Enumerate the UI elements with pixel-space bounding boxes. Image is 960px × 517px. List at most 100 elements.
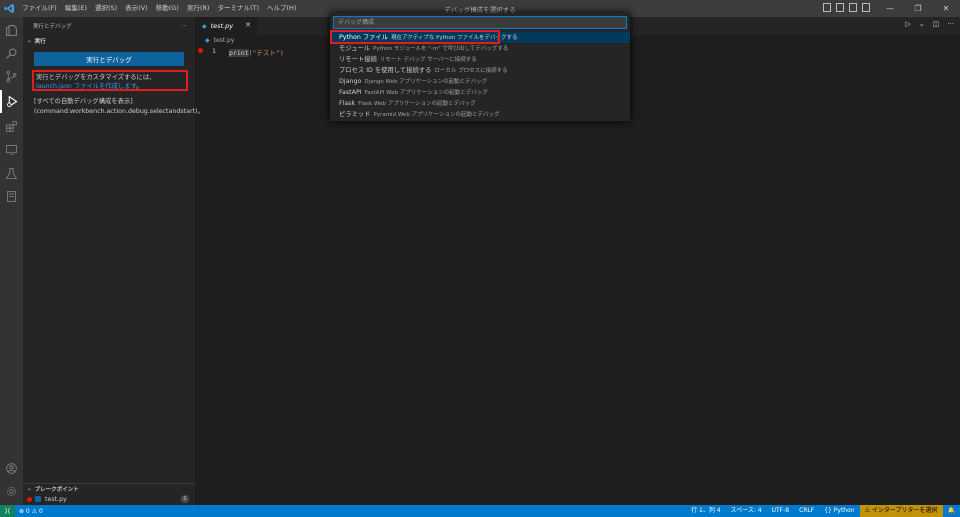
menu-bar: ファイル(F) 編集(E) 選択(S) 表示(V) 移動(G) 実行(R) ター… xyxy=(18,0,300,17)
chevron-down-icon: ⌄ xyxy=(27,486,32,492)
item-desc: Python モジュールを "-m" で呼び出してデバッグする xyxy=(373,46,509,52)
run-options-chevron-icon[interactable]: ⌄ xyxy=(919,20,925,28)
menu-edit[interactable]: 編集(E) xyxy=(61,0,91,17)
menu-terminal[interactable]: ターミナル(T) xyxy=(213,0,263,17)
split-editor-icon[interactable]: ◫ xyxy=(933,20,940,28)
end-of-line[interactable]: CRLF xyxy=(794,505,819,517)
cursor-position[interactable]: 行 1、列 4 xyxy=(686,505,725,517)
tab-test-py[interactable]: ◆ test.py ✕ xyxy=(195,17,257,35)
quick-pick-item-fastapi[interactable]: FastAPI FastAPI Web アプリケーションの起動とデバッグ xyxy=(330,87,630,98)
toggle-panel-icon[interactable] xyxy=(836,3,844,12)
more-actions-icon[interactable]: ··· xyxy=(947,20,954,28)
layout-controls xyxy=(823,3,870,12)
quick-pick-item-flask[interactable]: Flask Flask Web アプリケーションの起動とデバッグ xyxy=(330,98,630,109)
status-right: 行 1、列 4 スペース: 4 UTF-8 CRLF {} Python ⚠ イ… xyxy=(686,505,960,517)
item-desc: リモート デバッグ サーバーに接続する xyxy=(379,57,477,63)
sidebar-title: 実行とデバッグ xyxy=(33,24,72,30)
breakpoint-file: test.py xyxy=(45,495,67,503)
create-launch-json-link[interactable]: launch.json ファイルを作成します xyxy=(36,83,136,90)
item-desc: Django Web アプリケーションの起動とデバッグ xyxy=(364,79,488,85)
customize-layout-icon[interactable] xyxy=(862,3,870,12)
quick-pick-input[interactable]: デバッグ構成 xyxy=(333,16,627,29)
quick-pick-item-module[interactable]: モジュール Python モジュールを "-m" で呼び出してデバッグする xyxy=(330,43,630,54)
breakpoint-dot-icon xyxy=(27,496,32,502)
editor-actions: ▷ ⌄ ◫ ··· xyxy=(905,20,954,28)
close-icon[interactable]: ✕ xyxy=(932,0,960,17)
search-icon[interactable] xyxy=(0,42,23,65)
encoding[interactable]: UTF-8 xyxy=(767,505,795,517)
menu-help[interactable]: ヘルプ(H) xyxy=(263,0,300,17)
menu-go[interactable]: 移動(G) xyxy=(152,0,183,17)
breakpoint-checkbox[interactable] xyxy=(35,496,41,502)
item-label: リモート接続 xyxy=(339,56,377,63)
run-python-file-icon[interactable]: ▷ xyxy=(905,20,910,28)
breakpoints-title: ブレークポイント xyxy=(34,487,79,493)
hint-text-end: 。 xyxy=(136,83,143,90)
item-desc: Pyramid Web アプリケーションの起動とデバッグ xyxy=(373,112,500,118)
breadcrumb[interactable]: ◆ test.py xyxy=(205,37,234,44)
explorer-icon[interactable] xyxy=(0,19,23,42)
python-file-highlight-box xyxy=(330,30,500,44)
run-and-debug-sidebar: 実行とデバッグ ··· ⌄ 実行 実行とデバッグ 実行とデバッグをカスタマイズす… xyxy=(23,17,204,505)
item-label: FastAPI xyxy=(339,89,362,96)
tab-label: test.py xyxy=(210,22,234,30)
quick-pick-item-pyramid[interactable]: ピラミッド Pyramid Web アプリケーションの起動とデバッグ xyxy=(330,109,630,120)
item-desc: FastAPI Web アプリケーションの起動とデバッグ xyxy=(364,90,488,96)
sidebar-header: 実行とデバッグ ··· xyxy=(23,17,195,35)
python-file-icon: ◆ xyxy=(202,22,207,30)
breadcrumb-file: test.py xyxy=(213,37,235,44)
quick-pick-item-attach-process[interactable]: プロセス ID を使用して接続する ローカル プロセスに接続する xyxy=(330,65,630,76)
manage-gear-icon[interactable] xyxy=(0,480,23,503)
chevron-down-icon: ⌄ xyxy=(27,38,32,44)
quick-pick-item-remote-attach[interactable]: リモート接続 リモート デバッグ サーバーに接続する xyxy=(330,54,630,65)
breakpoint-gutter-icon[interactable] xyxy=(198,48,203,53)
line-number: 1 xyxy=(212,47,216,55)
python-file-icon: ◆ xyxy=(205,37,210,44)
source-control-icon[interactable] xyxy=(0,65,23,88)
jupyter-icon[interactable] xyxy=(0,185,23,208)
status-bar: ⟩⟨ ⊗ 0 ⚠ 0 行 1、列 4 スペース: 4 UTF-8 CRLF {}… xyxy=(0,505,960,517)
toggle-secondary-sidebar-icon[interactable] xyxy=(849,3,857,12)
close-tab-icon[interactable]: ✕ xyxy=(245,21,251,29)
menu-file[interactable]: ファイル(F) xyxy=(18,0,61,17)
breakpoints-section-header[interactable]: ⌄ ブレークポイント xyxy=(23,483,195,494)
launch-json-hint: 実行とデバッグをカスタマイズするには、 launch.json ファイルを作成しま… xyxy=(32,70,188,91)
testing-icon[interactable] xyxy=(0,162,23,185)
code-string: ("テスト") xyxy=(248,49,284,57)
window-controls: — ❐ ✕ xyxy=(876,0,960,17)
account-icon[interactable] xyxy=(0,457,23,480)
run-section-title: 実行 xyxy=(34,39,46,45)
more-actions-icon[interactable]: ··· xyxy=(182,23,187,29)
remote-explorer-icon[interactable] xyxy=(0,138,23,161)
activity-bar xyxy=(0,17,23,505)
restore-icon[interactable]: ❐ xyxy=(904,0,932,17)
code-function: print xyxy=(229,49,249,57)
language-mode[interactable]: {} Python xyxy=(819,505,859,517)
item-label: プロセス ID を使用して接続する xyxy=(339,67,432,74)
menu-run[interactable]: 実行(R) xyxy=(183,0,214,17)
item-desc: ローカル プロセスに接続する xyxy=(434,68,508,74)
breakpoint-count-badge: 1 xyxy=(181,495,189,503)
quick-pick-item-django[interactable]: Django Django Web アプリケーションの起動とデバッグ xyxy=(330,76,630,87)
status-left: ⊗ 0 ⚠ 0 xyxy=(15,508,43,515)
remote-indicator-icon[interactable]: ⟩⟨ xyxy=(0,505,15,517)
item-desc: Flask Web アプリケーションの起動とデバッグ xyxy=(358,101,476,107)
show-all-debug-configs-text: [すべての自動デバッグ構成を表示](command:workbench.acti… xyxy=(34,98,204,115)
item-label: ピラミッド xyxy=(339,111,371,118)
extensions-icon[interactable] xyxy=(0,115,23,138)
toggle-primary-sidebar-icon[interactable] xyxy=(823,3,831,12)
run-section-header[interactable]: ⌄ 実行 xyxy=(23,35,195,47)
menu-selection[interactable]: 選択(S) xyxy=(91,0,121,17)
minimize-icon[interactable]: — xyxy=(876,0,904,17)
item-label: Django xyxy=(339,78,362,85)
notifications-icon[interactable]: 🔔 xyxy=(943,505,960,517)
vscode-logo-icon xyxy=(0,0,18,17)
breakpoint-item[interactable]: test.py 1 xyxy=(23,494,195,504)
menu-view[interactable]: 表示(V) xyxy=(121,0,152,17)
run-and-debug-icon[interactable] xyxy=(0,90,23,113)
hint-text: 実行とデバッグをカスタマイズするには、 xyxy=(36,74,156,81)
select-interpreter[interactable]: ⚠ インタープリターを選択 xyxy=(859,505,943,517)
indentation[interactable]: スペース: 4 xyxy=(726,505,767,517)
problems-count[interactable]: ⊗ 0 ⚠ 0 xyxy=(19,508,43,515)
run-and-debug-button[interactable]: 実行とデバッグ xyxy=(34,52,184,66)
